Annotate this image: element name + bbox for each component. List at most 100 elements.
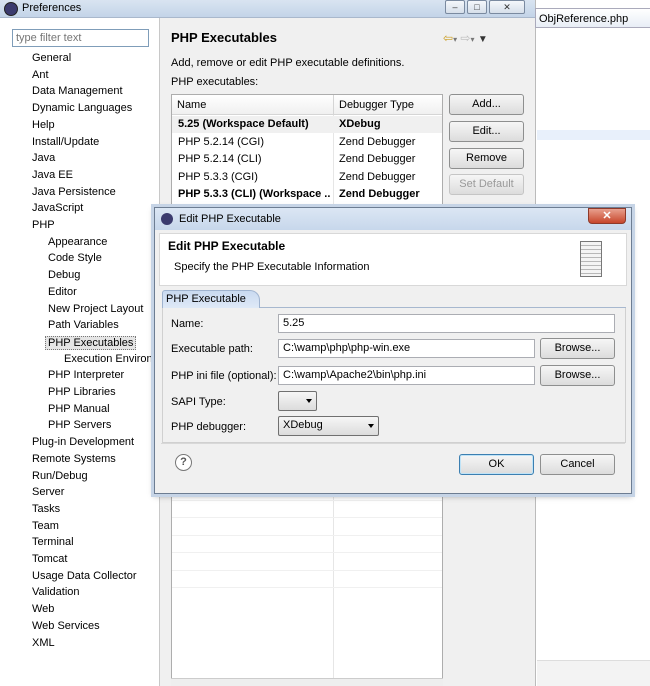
tree-item[interactable]: Java Persistence	[32, 186, 116, 198]
edit-button[interactable]: Edit...	[449, 121, 524, 142]
tree-item[interactable]: Terminal	[32, 536, 74, 548]
tree-item[interactable]: Usage Data Collector	[32, 570, 137, 582]
tree-item[interactable]: Web	[32, 603, 54, 615]
tree-item[interactable]: PHP Executables	[45, 335, 137, 350]
browse-executable-button[interactable]: Browse...	[540, 338, 615, 359]
sapi-type-select[interactable]	[278, 391, 317, 411]
tree-item[interactable]: PHP	[32, 219, 55, 231]
debugger-type-cell: XDebug	[339, 118, 381, 130]
tree-item[interactable]: Java EE	[32, 169, 73, 181]
tree-item[interactable]: Code Style	[48, 252, 102, 264]
edit-executable-dialog: Edit PHP Executable ✕ Edit PHP Executabl…	[154, 207, 632, 494]
executable-name-cell: PHP 5.2.14 (CLI)	[178, 153, 262, 165]
set-default-button[interactable]: Set Default	[449, 174, 524, 195]
cancel-button[interactable]: Cancel	[540, 454, 615, 475]
page-navigation: ⇦▾ ⇨▾ ▼	[443, 31, 488, 45]
debugger-type-cell: Zend Debugger	[339, 153, 416, 165]
empty-table-row	[172, 501, 442, 518]
executable-path-label: Executable path:	[171, 343, 253, 355]
eclipse-icon	[4, 2, 18, 16]
window-titlebar: Preferences – □ ✕	[0, 0, 535, 18]
executable-path-field[interactable]: C:\wamp\php\php-win.exe	[278, 339, 535, 358]
sapi-type-label: SAPI Type:	[171, 396, 226, 408]
maximize-button[interactable]: □	[467, 0, 487, 14]
tree-item[interactable]: Path Variables	[48, 319, 119, 331]
debugger-type-cell: Zend Debugger	[339, 135, 416, 148]
tree-item[interactable]: Validation	[32, 586, 80, 598]
tree-item[interactable]: PHP Manual	[48, 403, 110, 415]
tree-item[interactable]: Remote Systems	[32, 453, 116, 465]
column-header-debugger[interactable]: Debugger Type	[333, 95, 442, 115]
tree-item[interactable]: New Project Layout	[48, 303, 143, 315]
editor-bottom-area	[537, 660, 650, 686]
tree-item[interactable]: Dynamic Languages	[32, 102, 132, 114]
php-debugger-label: PHP debugger:	[171, 421, 247, 433]
tree-item[interactable]: Plug-in Development	[32, 436, 134, 448]
dialog-subheading: Specify the PHP Executable Information	[174, 261, 370, 273]
executables-label: PHP executables:	[171, 76, 259, 88]
tree-item[interactable]: Help	[32, 119, 55, 131]
tree-item[interactable]: PHP Servers	[48, 419, 111, 431]
executable-name-cell: PHP 5.3.3 (CLI) (Workspace ...	[178, 188, 330, 200]
browse-ini-button[interactable]: Browse...	[540, 365, 615, 386]
tree-item[interactable]: Execution Environ	[64, 353, 153, 365]
eclipse-icon	[161, 213, 173, 225]
dialog-header: Edit PHP Executable Specify the PHP Exec…	[159, 233, 627, 286]
tree-item[interactable]: PHP Interpreter	[48, 369, 124, 381]
table-row[interactable]: PHP 5.2.14 (CLI) Zend Debugger	[172, 151, 442, 168]
table-row[interactable]: PHP 5.3.3 (CGI) Zend Debugger	[172, 169, 442, 186]
column-header-name[interactable]: Name	[172, 95, 333, 115]
view-menu-icon[interactable]: ▼	[478, 34, 488, 45]
tree-item[interactable]: Run/Debug	[32, 470, 88, 482]
tree-item[interactable]: Ant	[32, 69, 49, 81]
ok-button[interactable]: OK	[459, 454, 534, 475]
tree-item[interactable]: PHP Libraries	[48, 386, 116, 398]
executable-name-cell: PHP 5.3.3 (CGI)	[178, 170, 258, 183]
tree-item[interactable]: Tasks	[32, 503, 60, 515]
tree-item[interactable]: Appearance	[48, 236, 107, 248]
tree-item[interactable]: Web Services	[32, 620, 100, 632]
tree-item[interactable]: Team	[32, 520, 59, 532]
dialog-close-button[interactable]: ✕	[588, 208, 626, 224]
close-button[interactable]: ✕	[489, 0, 525, 14]
forward-arrow-icon[interactable]: ⇨	[460, 31, 470, 45]
name-field[interactable]: 5.25	[278, 314, 615, 333]
window-title: Preferences	[22, 2, 82, 14]
add-button[interactable]: Add...	[449, 94, 524, 115]
debugger-type-cell: Zend Debugger	[339, 170, 416, 183]
tree-item[interactable]: General	[32, 52, 71, 64]
back-dropdown-icon[interactable]: ▾	[453, 35, 457, 44]
table-row[interactable]: 5.25 (Workspace Default) XDebug	[172, 116, 442, 133]
tab-php-executable[interactable]: PHP Executable	[162, 290, 260, 308]
empty-table-row	[172, 554, 442, 571]
forward-dropdown-icon[interactable]: ▾	[470, 35, 474, 44]
back-arrow-icon[interactable]: ⇦	[443, 31, 453, 45]
tree-item[interactable]: JavaScript	[32, 202, 83, 214]
minimize-button[interactable]: –	[445, 0, 465, 14]
help-icon[interactable]: ?	[175, 454, 192, 471]
tree-item[interactable]: Install/Update	[32, 136, 99, 148]
tree-item[interactable]: Editor	[48, 286, 77, 298]
remove-button[interactable]: Remove	[449, 148, 524, 169]
table-row[interactable]: PHP 5.3.3 (CLI) (Workspace ... Zend Debug…	[172, 186, 442, 203]
page-description: Add, remove or edit PHP executable defin…	[171, 57, 405, 69]
tree-item[interactable]: Tomcat	[32, 553, 67, 565]
dialog-titlebar: Edit PHP Executable ✕	[155, 208, 631, 230]
dialog-heading: Edit PHP Executable	[168, 239, 286, 253]
dialog-separator	[161, 443, 625, 444]
empty-table-row	[172, 536, 442, 553]
tree-item[interactable]: Java	[32, 152, 55, 164]
tree-item[interactable]: Server	[32, 486, 64, 498]
table-row[interactable]: PHP 5.2.14 (CGI) Zend Debugger	[172, 134, 442, 151]
ini-file-field[interactable]: C:\wamp\Apache2\bin\php.ini	[278, 366, 535, 385]
empty-table-row	[172, 519, 442, 536]
table-horizontal-scrollbar[interactable]	[171, 678, 443, 686]
editor-tab[interactable]: ObjReference.php	[535, 8, 650, 28]
tree-item[interactable]: XML	[32, 637, 55, 649]
tree-item[interactable]: Debug	[48, 269, 80, 281]
filter-input[interactable]	[12, 29, 149, 47]
executable-name-cell: PHP 5.2.14 (CGI)	[178, 135, 264, 148]
php-debugger-select[interactable]: XDebug	[278, 416, 379, 436]
tree-item[interactable]: Data Management	[32, 85, 123, 97]
server-document-icon	[580, 241, 602, 277]
